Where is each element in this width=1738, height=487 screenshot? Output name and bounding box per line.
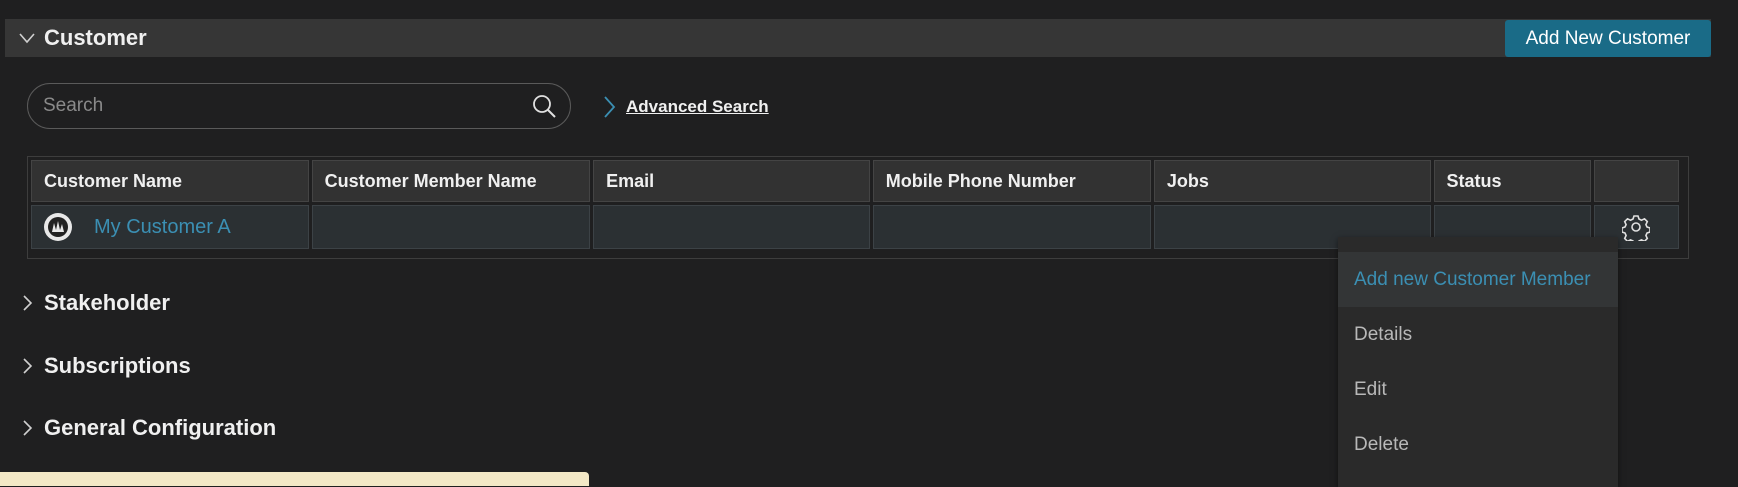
column-header-customer-name[interactable]: Customer Name xyxy=(31,160,309,202)
menu-item-delete[interactable]: Delete xyxy=(1338,417,1618,472)
table-header-row: Customer Name Customer Member Name Email… xyxy=(31,160,1679,202)
customer-name-link[interactable]: My Customer A xyxy=(94,216,231,239)
column-header-mobile[interactable]: Mobile Phone Number xyxy=(872,160,1151,202)
search-input[interactable] xyxy=(28,94,530,118)
general-configuration-section-header[interactable]: General Configuration xyxy=(5,409,405,447)
search-box xyxy=(27,83,571,129)
gear-icon[interactable] xyxy=(1621,213,1650,241)
menu-item-add-customer-member[interactable]: Add new Customer Member xyxy=(1338,252,1618,307)
menu-item-edit[interactable]: Edit xyxy=(1338,362,1618,417)
chevron-down-icon[interactable] xyxy=(17,28,37,48)
search-icon[interactable] xyxy=(530,92,558,120)
stakeholder-section-header[interactable]: Stakeholder xyxy=(5,284,405,322)
cell-mobile xyxy=(872,205,1151,249)
subscriptions-section-title: Subscriptions xyxy=(44,353,191,378)
cell-customer-name: My Customer A xyxy=(31,205,309,249)
cell-email xyxy=(593,205,870,249)
column-header-status[interactable]: Status xyxy=(1433,160,1591,202)
chevron-right-icon[interactable] xyxy=(17,293,37,313)
cell-member-name xyxy=(311,205,591,249)
add-new-customer-button[interactable]: Add New Customer xyxy=(1505,20,1711,57)
chevron-right-icon[interactable] xyxy=(17,418,37,438)
avatar-icon xyxy=(44,213,72,241)
column-header-actions xyxy=(1593,160,1679,202)
column-header-member-name[interactable]: Customer Member Name xyxy=(311,160,591,202)
subscriptions-section-header[interactable]: Subscriptions xyxy=(5,347,405,385)
stakeholder-section-title: Stakeholder xyxy=(44,290,170,315)
customer-section-title: Customer xyxy=(44,25,147,50)
advanced-search-link[interactable]: Advanced Search xyxy=(602,94,769,120)
menu-item-details[interactable]: Details xyxy=(1338,307,1618,362)
customer-section-header[interactable]: Customer Add New Customer xyxy=(5,19,1711,57)
column-header-jobs[interactable]: Jobs xyxy=(1153,160,1431,202)
chevron-right-icon[interactable] xyxy=(17,356,37,376)
advanced-search-label[interactable]: Advanced Search xyxy=(626,97,769,117)
column-header-email[interactable]: Email xyxy=(593,160,870,202)
general-configuration-section-title: General Configuration xyxy=(44,415,277,440)
status-url-tooltip xyxy=(0,472,589,486)
chevron-right-icon xyxy=(604,96,616,118)
row-context-menu: Add new Customer Member Details Edit Del… xyxy=(1338,237,1618,487)
